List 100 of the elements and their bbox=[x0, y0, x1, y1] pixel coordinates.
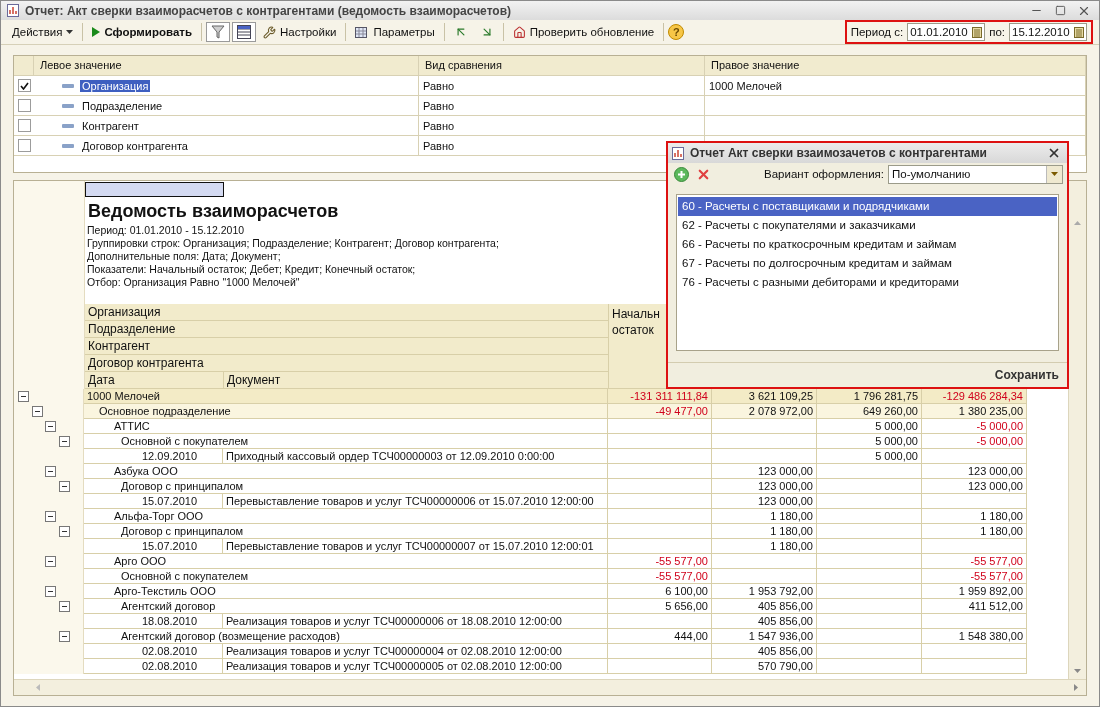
date-to-field[interactable]: 15.12.2010 bbox=[1009, 23, 1087, 41]
table-cell[interactable]: Организация bbox=[80, 79, 151, 92]
collapse-icon[interactable] bbox=[58, 526, 70, 537]
amount-cell: 1 180,00 bbox=[922, 524, 1027, 539]
amount-cell: 3 621 109,25 bbox=[712, 389, 817, 404]
save-button[interactable]: Сохранить bbox=[990, 366, 1063, 384]
amount-cell: 1 180,00 bbox=[712, 524, 817, 539]
settings-button[interactable]: Настройки bbox=[258, 22, 342, 42]
up-arrow-icon bbox=[1074, 221, 1081, 225]
amount-cell: 123 000,00 bbox=[922, 479, 1027, 494]
check-update-button[interactable]: Проверить обновление bbox=[507, 22, 660, 42]
plus-icon bbox=[673, 166, 689, 182]
dialog-title: Отчет Акт сверки взаимозачетов с контрагентами bbox=[690, 146, 988, 160]
table-icon bbox=[237, 25, 251, 39]
collapse-icon[interactable] bbox=[58, 481, 70, 492]
column-header: Вид сравнения bbox=[419, 56, 705, 75]
calendar-icon bbox=[1074, 26, 1084, 38]
list-item[interactable]: 66 - Расчеты по краткосрочным кредитам и займам bbox=[678, 235, 1057, 254]
actions-menu[interactable]: Действия bbox=[7, 22, 79, 42]
amount-cell: -5 000,00 bbox=[922, 434, 1027, 449]
collapse-icon[interactable] bbox=[45, 556, 56, 567]
funnel-icon bbox=[211, 25, 225, 39]
collapse-icon[interactable] bbox=[45, 421, 56, 432]
amount-cell: 5 656,00 bbox=[608, 599, 712, 614]
house-icon bbox=[512, 25, 526, 39]
report-info-line: Показатели: Начальный остаток; Дебет; Кредит; Конечный остаток; bbox=[87, 263, 417, 276]
amount-cell: 123 000,00 bbox=[712, 479, 817, 494]
collapse-icon[interactable] bbox=[45, 466, 56, 477]
date-from-field[interactable]: 01.01.2010 bbox=[907, 23, 986, 41]
vertical-scrollbar[interactable] bbox=[1068, 181, 1086, 679]
amount-cell: 5 000,00 bbox=[817, 434, 922, 449]
group-label: Арго ООО bbox=[84, 554, 608, 569]
list-item[interactable]: 60 - Расчеты с поставщиками и подрядчиками bbox=[678, 197, 1057, 216]
calendar-icon bbox=[972, 26, 983, 38]
amount-cell: 405 856,00 bbox=[712, 614, 817, 629]
horizontal-scrollbar[interactable] bbox=[14, 679, 1086, 695]
header-cell: Подразделение bbox=[85, 321, 609, 338]
list-item[interactable]: 67 - Расчеты по долгосрочным кредитам и займам bbox=[678, 254, 1057, 273]
report-info-line: Период: 01.01.2010 - 15.12.2010 bbox=[87, 224, 246, 237]
collapse-icon[interactable] bbox=[31, 406, 43, 417]
amount-cell: 1 180,00 bbox=[712, 509, 817, 524]
amount-cell: 405 856,00 bbox=[712, 644, 817, 659]
caret-icon bbox=[66, 30, 74, 34]
variant-select[interactable]: По-умолчанию bbox=[888, 164, 1063, 184]
document-cell: Перевыставление товаров и услуг ТСЧ00000007 от 15.07.2010 12:00:01 bbox=[223, 539, 608, 554]
table-cell[interactable]: Договор контрагента bbox=[80, 139, 190, 152]
collapse-icon[interactable] bbox=[45, 511, 56, 522]
amount-cell: -55 577,00 bbox=[922, 569, 1027, 584]
table-cell[interactable]: Контрагент bbox=[80, 119, 141, 132]
wrench-icon bbox=[263, 25, 276, 39]
date-cell: 02.08.2010 bbox=[84, 659, 223, 674]
report-info-line: Дополнительные поля: Дата; Документ; bbox=[87, 250, 282, 263]
header-cell: Организация bbox=[85, 304, 609, 321]
column-header: Левое значение bbox=[34, 56, 419, 75]
header-cell: Дата bbox=[85, 372, 224, 389]
amount-cell: 5 000,00 bbox=[817, 419, 922, 434]
list-item[interactable]: 62 - Расчеты с покупателями и заказчиками bbox=[678, 216, 1057, 235]
amount-cell: 1 180,00 bbox=[712, 539, 817, 554]
collapse-icon[interactable] bbox=[58, 631, 70, 642]
add-button[interactable] bbox=[672, 165, 690, 183]
group-label: Основное подразделение bbox=[84, 404, 608, 419]
group-label: Основной с покупателем bbox=[84, 569, 608, 584]
checkbox[interactable] bbox=[18, 119, 31, 132]
group-label: Агентский договор (возмещение расходов) bbox=[84, 629, 608, 644]
amount-cell: 1 547 936,00 bbox=[712, 629, 817, 644]
amount-cell: -49 477,00 bbox=[608, 404, 712, 419]
collapse-icon[interactable] bbox=[18, 391, 29, 402]
date-cell: 02.08.2010 bbox=[84, 644, 223, 659]
amount-cell: -55 577,00 bbox=[608, 569, 712, 584]
table-cell: Равно bbox=[419, 116, 705, 135]
collapse-icon[interactable] bbox=[45, 586, 56, 597]
group-label: АТТИС bbox=[84, 419, 608, 434]
grid-icon bbox=[355, 25, 370, 39]
report-icon bbox=[7, 4, 19, 17]
parameters-button[interactable]: Параметры bbox=[350, 22, 440, 42]
right-arrow-icon bbox=[1074, 684, 1078, 691]
generate-button[interactable]: Сформировать bbox=[87, 22, 197, 42]
collapse-icon[interactable] bbox=[58, 601, 70, 612]
document-cell: Перевыставление товаров и услуг ТСЧ00000006 от 15.07.2010 12:00:00 bbox=[223, 494, 608, 509]
amount-cell: 6 100,00 bbox=[608, 584, 712, 599]
checkbox[interactable] bbox=[18, 99, 31, 112]
table-view-button[interactable] bbox=[232, 22, 256, 42]
table-cell[interactable]: Подразделение bbox=[80, 99, 165, 112]
document-cell: Реализация товаров и услуг ТСЧ00000006 от 18.08.2010 12:00:00 bbox=[223, 614, 608, 629]
checkbox[interactable] bbox=[18, 79, 31, 92]
report-info-line: Группировки строк: Организация; Подразделение; Контрагент; Договор контрагента; bbox=[87, 237, 499, 250]
filter-toggle-button[interactable] bbox=[206, 22, 230, 42]
date-cell: 18.08.2010 bbox=[84, 614, 223, 629]
amount-cell: 1 796 281,75 bbox=[817, 389, 922, 404]
checkbox[interactable] bbox=[18, 139, 31, 152]
close-icon bbox=[1047, 146, 1061, 160]
amount-cell: -5 000,00 bbox=[922, 419, 1027, 434]
amount-cell: 1 953 792,00 bbox=[712, 584, 817, 599]
column-header: Правое значение bbox=[705, 56, 1086, 75]
group-label: Арго-Текстиль ООО bbox=[84, 584, 608, 599]
table-cell: Равно bbox=[419, 96, 705, 115]
amount-cell: 570 790,00 bbox=[712, 659, 817, 674]
help-button[interactable]: ? bbox=[668, 24, 685, 40]
collapse-icon[interactable] bbox=[58, 436, 70, 447]
list-item[interactable]: 76 - Расчеты с разными дебиторами и кредиторами bbox=[678, 273, 1057, 292]
